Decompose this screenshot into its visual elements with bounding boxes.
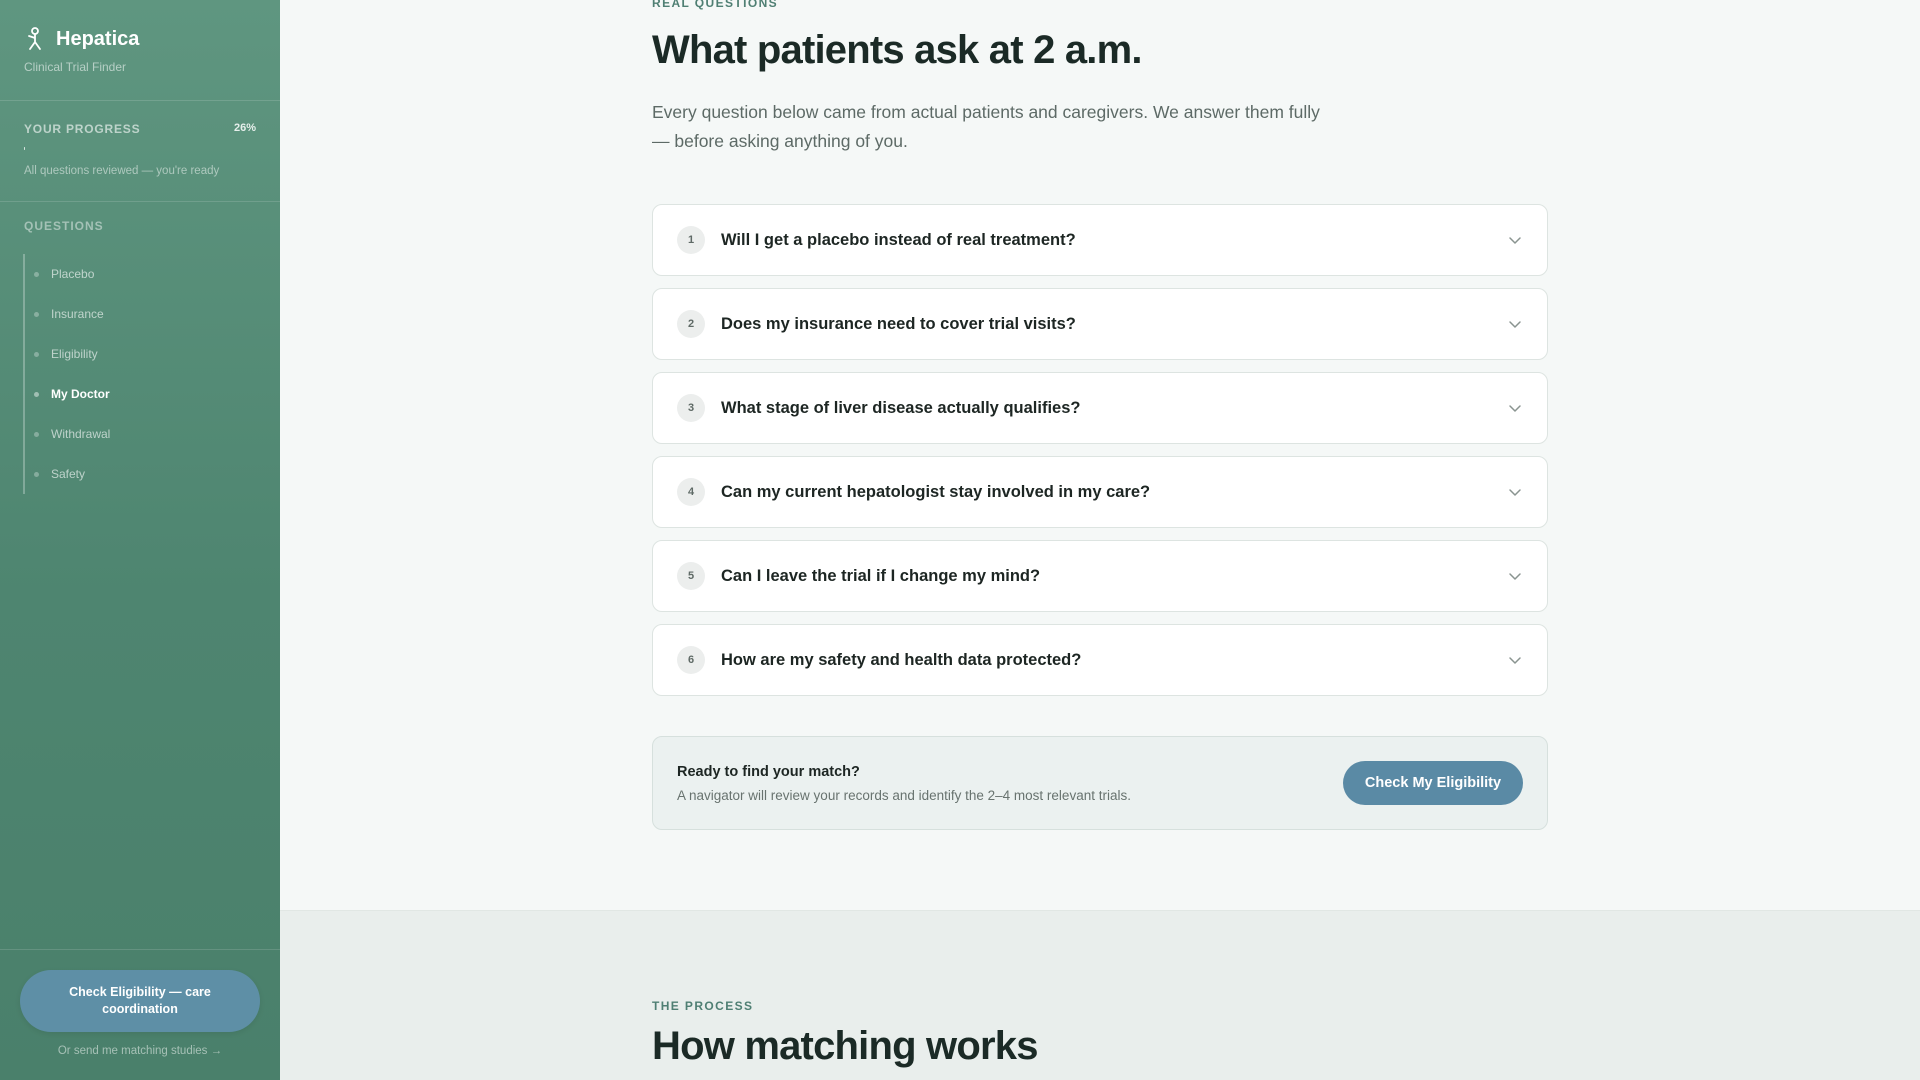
cta-description: A navigator will review your records and… <box>677 788 1131 803</box>
process-section: THE PROCESS <box>280 910 1920 1080</box>
bullet-dot-icon <box>34 471 39 477</box>
chevron-down-icon[interactable] <box>1507 652 1523 668</box>
sidebar-item-label: Placebo <box>51 267 95 281</box>
brand-subtitle: Clinical Trial Finder <box>24 60 127 74</box>
bullet-dot-icon <box>34 351 39 357</box>
progress-note: All questions reviewed — you're ready <box>24 165 220 177</box>
faq-number-badge: 4 <box>677 478 705 506</box>
sidebar-item-insurance[interactable]: Insurance <box>25 294 253 334</box>
sidebar-item-label: Withdrawal <box>51 427 111 441</box>
sidebar-item-my-doctor[interactable]: My Doctor <box>25 374 253 414</box>
faq-item[interactable]: 6 How are my safety and health data prote… <box>652 624 1548 696</box>
sidebar-item-label: Safety <box>51 467 86 481</box>
chevron-down-icon[interactable] <box>1507 316 1523 332</box>
faq-number-badge: 5 <box>677 562 705 590</box>
sidebar-item-eligibility[interactable]: Eligibility <box>25 334 253 374</box>
section-eyebrow: REAL QUESTIONS <box>652 0 779 10</box>
faq-item[interactable]: 4 Can my current hepatologist stay involv… <box>652 456 1548 528</box>
chevron-down-icon[interactable] <box>1507 400 1523 416</box>
progress-header: YOUR PROGRESS 26% <box>24 122 256 136</box>
sidebar-item-label: Eligibility <box>51 347 98 361</box>
progress-label: YOUR PROGRESS <box>24 122 141 136</box>
page-title: What patients ask at 2 a.m. <box>652 28 1142 72</box>
brand-title: Hepatica <box>56 27 140 50</box>
main-content: REAL QUESTIONS What patients ask at 2 a.… <box>280 0 1920 1080</box>
faq-number-badge: 6 <box>677 646 705 674</box>
faq-question: How are my safety and health data protec… <box>721 650 1082 669</box>
progress-value: 26% <box>233 122 256 134</box>
sidebar-item-withdrawal[interactable]: Withdrawal <box>25 414 253 454</box>
lead-paragraph: Every question below came from actual pa… <box>652 102 1320 151</box>
check-my-eligibility-button[interactable]: Check My Eligibility <box>1343 761 1523 805</box>
faq-number-badge: 3 <box>677 394 705 422</box>
faq-item[interactable]: 3 What stage of liver disease actually qu… <box>652 372 1548 444</box>
sidebar-item-safety[interactable]: Safety <box>25 454 253 494</box>
faq-question: Can I leave the trial if I change my min… <box>721 566 1041 585</box>
progress-bar <box>24 147 256 150</box>
faq-question: What stage of liver disease actually qua… <box>721 398 1081 417</box>
process-title: How matching works <box>652 1024 1038 1068</box>
faq-number-badge: 2 <box>677 310 705 338</box>
send-matching-studies-link[interactable]: Or send me matching studies → <box>0 1045 280 1057</box>
faq-item[interactable]: 5 Can I leave the trial if I change my mi… <box>652 540 1548 612</box>
chevron-down-icon[interactable] <box>1507 232 1523 248</box>
faq-question: Will I get a placebo instead of real tre… <box>721 230 1076 249</box>
questions-nav: Placebo Insurance Eligibility My Doctor With… <box>23 254 253 494</box>
brand[interactable]: Hepatica <box>24 27 139 51</box>
cta-title: Ready to find your match? <box>677 764 860 780</box>
figure-icon <box>28 27 41 50</box>
faq-section: REAL QUESTIONS What patients ask at 2 a.… <box>280 0 1920 910</box>
sidebar-item-label: My Doctor <box>51 387 110 401</box>
divider <box>0 100 280 101</box>
sidebar: Hepatica Clinical Trial Finder YOUR PROG… <box>0 0 280 1080</box>
faq-item[interactable]: 1 Will I get a placebo instead of real tr… <box>652 204 1548 276</box>
faq-question: Can my current hepatologist stay involve… <box>721 482 1151 501</box>
bullet-dot-icon <box>34 271 39 277</box>
faq-item[interactable]: 2 Does my insurance need to cover trial v… <box>652 288 1548 360</box>
divider <box>0 201 280 202</box>
chevron-down-icon[interactable] <box>1507 484 1523 500</box>
sidebar-check-eligibility-button[interactable]: Check Eligibility — care coordination <box>20 970 260 1032</box>
bullet-dot-icon <box>34 391 39 397</box>
faq-question: Does my insurance need to cover trial vi… <box>721 314 1076 333</box>
bullet-dot-icon <box>34 431 39 437</box>
bullet-dot-icon <box>34 311 39 317</box>
progress-bar-fill <box>24 147 25 150</box>
chevron-down-icon[interactable] <box>1507 568 1523 584</box>
faq-number-badge: 1 <box>677 226 705 254</box>
sidebar-item-placebo[interactable]: Placebo <box>25 254 253 294</box>
divider <box>0 949 280 950</box>
cta-card: Ready to find your match? A navigator wi… <box>652 736 1548 830</box>
process-eyebrow: THE PROCESS <box>652 999 754 1013</box>
sidebar-item-label: Insurance <box>51 307 104 321</box>
questions-label: QUESTIONS <box>24 219 104 233</box>
faq-list: 1 Will I get a placebo instead of real tr… <box>652 204 1548 708</box>
